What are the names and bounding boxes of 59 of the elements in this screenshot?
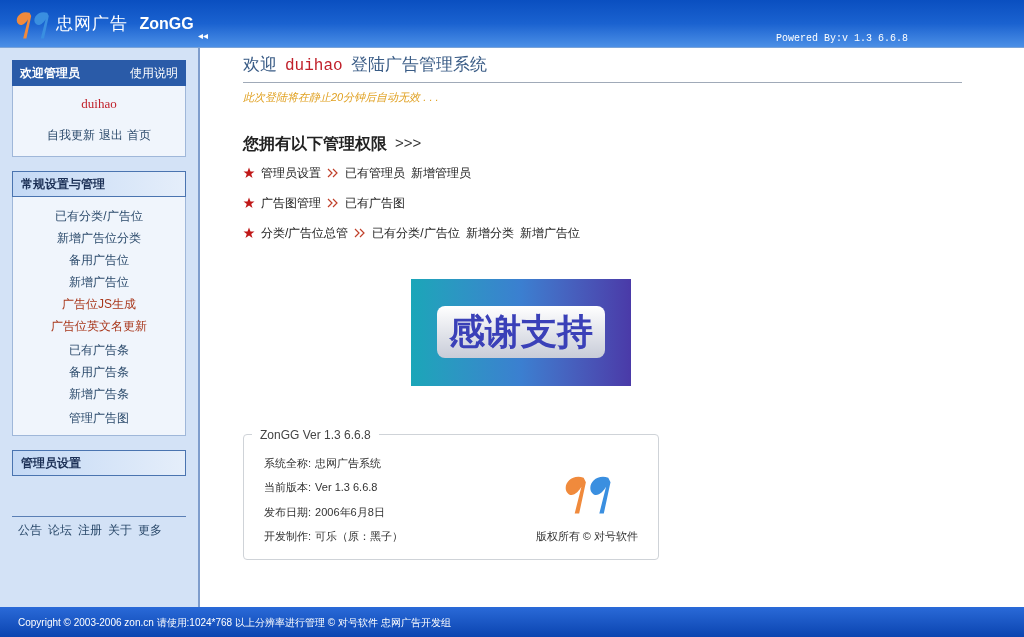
brand-name: ZonGG bbox=[139, 13, 194, 34]
welcome-title: 登陆广告管理系统 bbox=[350, 54, 487, 76]
field-value: 可乐（原：黑子） bbox=[315, 529, 404, 544]
permissions-title: 您拥有以下管理权限 bbox=[243, 133, 387, 154]
menu-item[interactable]: 管理广告图 bbox=[69, 408, 129, 427]
powered-by-text: Powered By:v 1.3 6.6.8 bbox=[775, 32, 908, 46]
banner-text: 感谢支持 bbox=[437, 306, 605, 358]
menu-item[interactable]: 广告位英文名更新 bbox=[51, 316, 147, 335]
permission-link[interactable]: 已有分类/广告位 bbox=[372, 223, 460, 242]
menu-item[interactable]: 备用广告位 bbox=[69, 250, 129, 269]
field-value: 忠网广告系统 bbox=[315, 455, 382, 471]
menu-item[interactable]: 已有广告条 bbox=[69, 340, 129, 359]
menu-item[interactable]: 新增广告条 bbox=[69, 384, 129, 403]
footer-link[interactable]: 关于 bbox=[108, 520, 132, 539]
field-label: 系统全称: bbox=[264, 455, 312, 471]
footer-link[interactable]: 更多 bbox=[138, 520, 162, 539]
double-chevron-icon bbox=[354, 227, 367, 238]
star-icon bbox=[243, 226, 255, 239]
permission-link[interactable]: 新增分类 bbox=[465, 223, 514, 242]
permission-link[interactable]: 新增广告位 bbox=[519, 223, 580, 242]
help-link[interactable]: 使用说明 bbox=[130, 64, 178, 82]
menu-item[interactable]: 广告位JS生成 bbox=[62, 294, 136, 313]
permission-category: 广告图管理 bbox=[261, 194, 321, 212]
field-label: 开发制作: bbox=[264, 529, 312, 544]
permission-category: 分类/广告位总管 bbox=[261, 224, 349, 242]
brand-name: 忠网广告 bbox=[56, 12, 128, 35]
star-icon bbox=[243, 166, 255, 179]
menu-item[interactable]: 已有分类/广告位 bbox=[55, 206, 143, 225]
permission-link[interactable]: 已有广告图 bbox=[345, 193, 405, 212]
menu-item[interactable]: 新增广告位分类 bbox=[57, 228, 141, 247]
arrow-text: >>> bbox=[395, 133, 422, 154]
footer-link[interactable]: 论坛 bbox=[48, 520, 72, 539]
field-label: 发布日期: bbox=[264, 504, 312, 520]
copyright-text: 版权所有 © 对号软件 bbox=[535, 529, 638, 544]
panel-title: 欢迎管理员 bbox=[20, 65, 80, 82]
section-header[interactable]: 常规设置与管理 bbox=[12, 170, 186, 197]
star-icon bbox=[243, 196, 255, 209]
field-value: 2006年6月8日 bbox=[315, 504, 385, 520]
collapse-button[interactable]: ◂◂ bbox=[197, 28, 208, 43]
nav-link[interactable]: 退出 bbox=[99, 125, 123, 144]
username-text: duihao bbox=[285, 56, 343, 77]
section-header[interactable]: 管理员设置 bbox=[12, 449, 186, 476]
permission-link[interactable]: 新增管理员 bbox=[411, 163, 471, 182]
footer-text: Copyright © 2003-2006 zon.cn 请使用:1024*768 以上分辨率进行管理 © 对号软件 忠网广告开发组 bbox=[18, 615, 451, 630]
footer-link[interactable]: 注册 bbox=[78, 520, 102, 539]
permission-category: 管理员设置 bbox=[261, 164, 321, 182]
double-chevron-icon bbox=[327, 167, 339, 178]
menu-item[interactable]: 新增广告位 bbox=[69, 272, 129, 291]
nav-link[interactable]: 自我更新 bbox=[47, 125, 95, 144]
username-text: duihao bbox=[81, 95, 117, 113]
menu-item[interactable]: 备用广告条 bbox=[69, 362, 129, 381]
footer-link[interactable]: 公告 bbox=[18, 520, 42, 539]
field-label: 当前版本: bbox=[264, 480, 312, 495]
session-notice: 此次登陆将在静止20分钟后自动无效 . . . bbox=[243, 90, 440, 105]
permission-link[interactable]: 已有管理员 bbox=[345, 163, 405, 182]
field-value: Ver 1.3 6.6.8 bbox=[315, 480, 378, 495]
double-chevron-icon bbox=[327, 197, 339, 208]
nav-link[interactable]: 首页 bbox=[127, 125, 151, 144]
welcome-title: 欢迎 bbox=[243, 54, 277, 76]
